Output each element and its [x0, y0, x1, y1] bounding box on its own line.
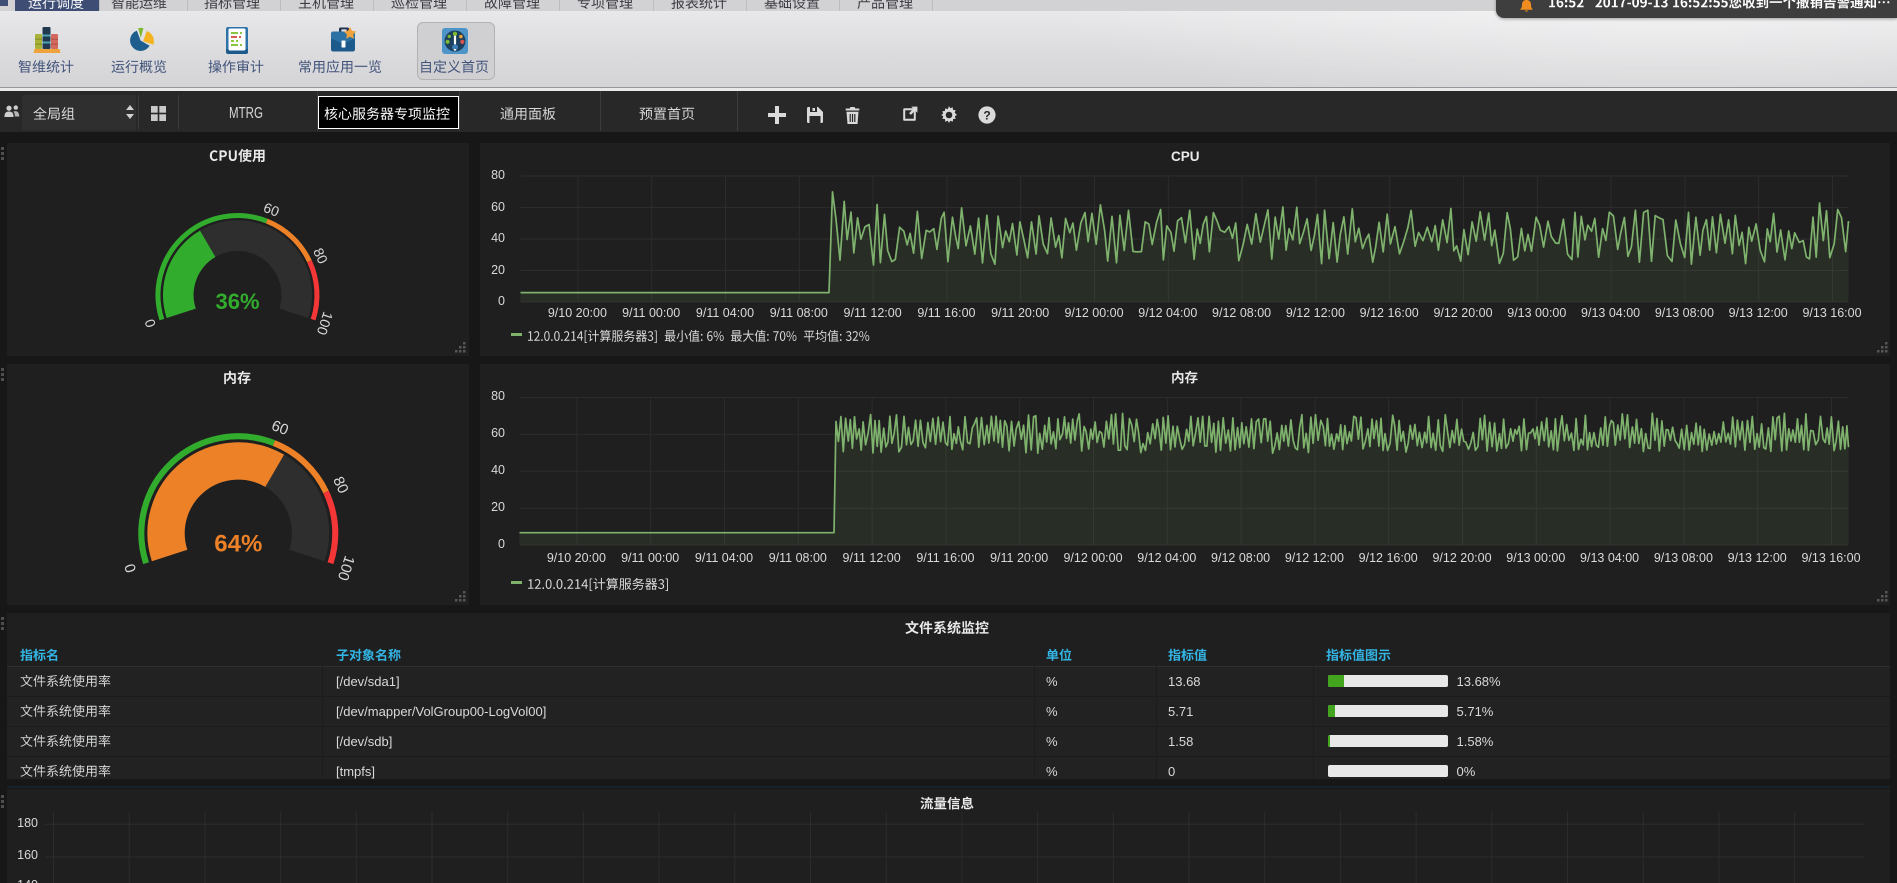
svg-text:80: 80 — [310, 245, 331, 266]
svg-text:0: 0 — [121, 561, 140, 574]
svg-text:60: 60 — [269, 417, 291, 439]
svg-text:64%: 64% — [214, 530, 262, 557]
svg-text:?: ? — [983, 109, 990, 123]
svg-text:60: 60 — [261, 199, 282, 220]
svg-text:80: 80 — [329, 473, 351, 495]
svg-text:0: 0 — [141, 317, 159, 330]
svg-text:36%: 36% — [215, 289, 259, 314]
svg-text:100: 100 — [333, 553, 357, 582]
